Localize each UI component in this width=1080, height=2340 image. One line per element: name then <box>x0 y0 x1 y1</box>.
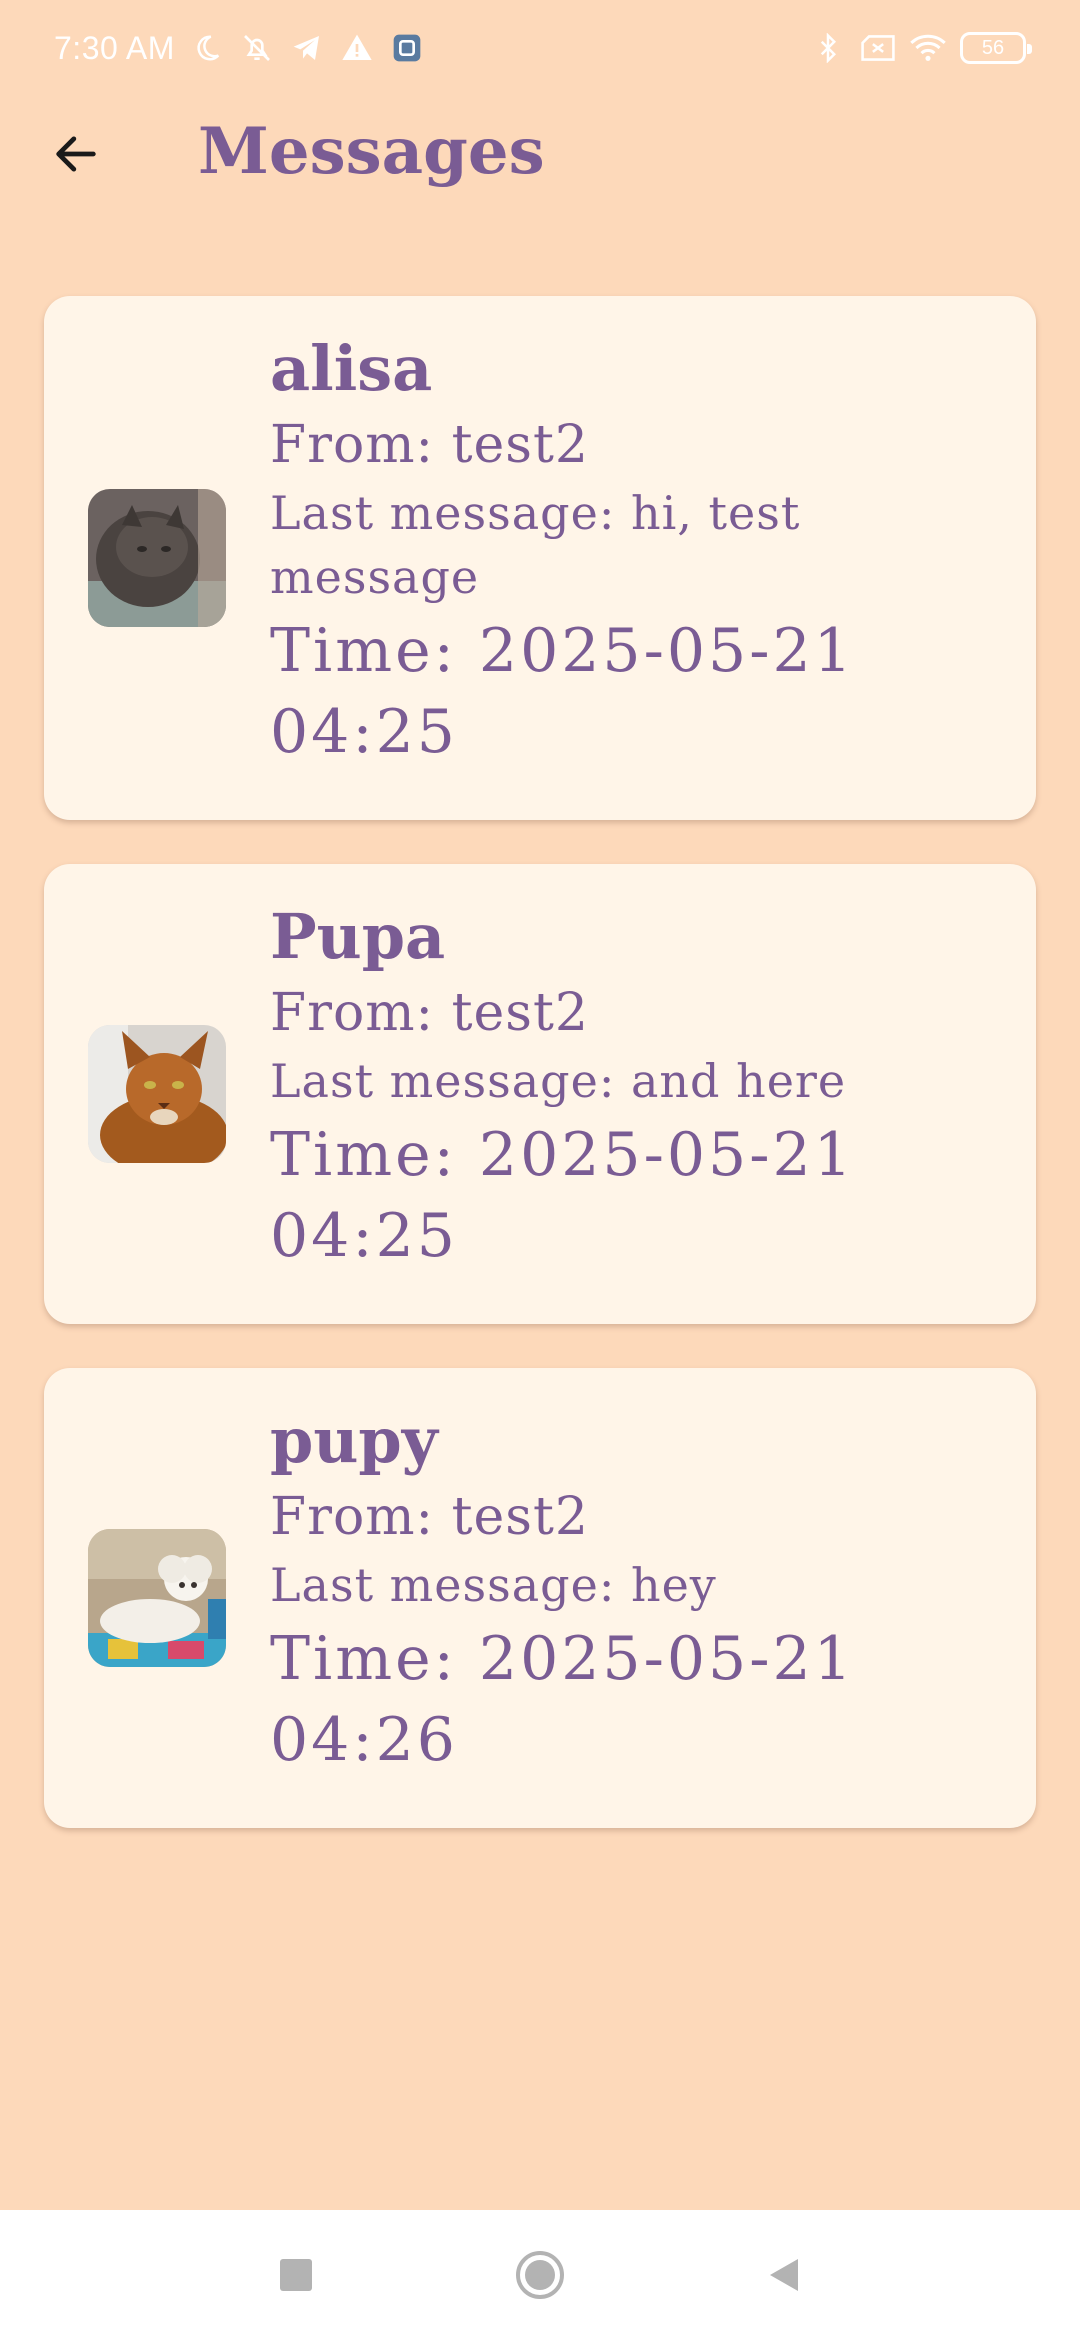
message-time: Time: 2025-05-21 04:25 <box>270 1119 855 1271</box>
battery-level: 56 <box>981 36 1005 59</box>
message-text-block: alisa From: test2 Last message: hi, test… <box>270 332 970 773</box>
back-triangle-icon <box>770 2259 798 2291</box>
arrow-left-icon <box>56 136 96 172</box>
bluetooth-icon <box>810 30 846 66</box>
message-text-block: Pupa From: test2 Last message: and here … <box>270 900 970 1277</box>
home-circle-icon <box>516 2251 564 2299</box>
sender-line: From: test2 <box>270 1487 589 1548</box>
sender-line: From: test2 <box>270 415 589 476</box>
status-time: 7:30 AM <box>54 29 175 66</box>
nav-back-button[interactable] <box>752 2243 816 2307</box>
top-app-bar: Messages <box>0 96 1080 208</box>
message-list: alisa From: test2 Last message: hi, test… <box>44 296 1036 1872</box>
no-sim-icon <box>860 30 896 66</box>
messages-screen: 7:30 AM 56 Messages alisa From: test2 La… <box>0 0 1080 2340</box>
message-time: Time: 2025-05-21 04:26 <box>270 1623 855 1775</box>
last-message: Last message: and here <box>270 1053 847 1108</box>
avatar <box>88 489 226 627</box>
moon-icon <box>189 30 225 66</box>
warning-icon <box>339 30 375 66</box>
sender-line: From: test2 <box>270 983 589 1044</box>
status-right: 56 <box>810 30 1032 66</box>
wifi-icon <box>910 30 946 66</box>
muted-vibrate-icon <box>239 30 275 66</box>
message-time: Time: 2025-05-21 04:25 <box>270 616 855 768</box>
chat-name: alisa <box>270 332 433 405</box>
chat-name: pupy <box>270 1404 438 1477</box>
message-text-block: pupy From: test2 Last message: hey Time:… <box>270 1404 970 1781</box>
recents-button[interactable] <box>264 2243 328 2307</box>
list-item[interactable]: Pupa From: test2 Last message: and here … <box>44 864 1036 1324</box>
home-button[interactable] <box>508 2243 572 2307</box>
battery-icon: 56 <box>960 32 1032 64</box>
last-message: Last message: hi, test message <box>270 485 801 604</box>
avatar <box>88 1025 226 1163</box>
list-item[interactable]: pupy From: test2 Last message: hey Time:… <box>44 1368 1036 1828</box>
back-button[interactable] <box>40 118 112 190</box>
recents-square-icon <box>280 2259 312 2291</box>
status-bar: 7:30 AM 56 <box>0 0 1080 96</box>
last-message: Last message: hey <box>270 1557 717 1612</box>
list-item[interactable]: alisa From: test2 Last message: hi, test… <box>44 296 1036 820</box>
status-left: 7:30 AM <box>54 30 425 67</box>
page-title: Messages <box>198 114 545 189</box>
avatar <box>88 1529 226 1667</box>
telegram-icon <box>289 30 325 66</box>
app-notification-icon <box>389 30 425 66</box>
system-nav-bar <box>0 2210 1080 2340</box>
chat-name: Pupa <box>270 900 446 973</box>
